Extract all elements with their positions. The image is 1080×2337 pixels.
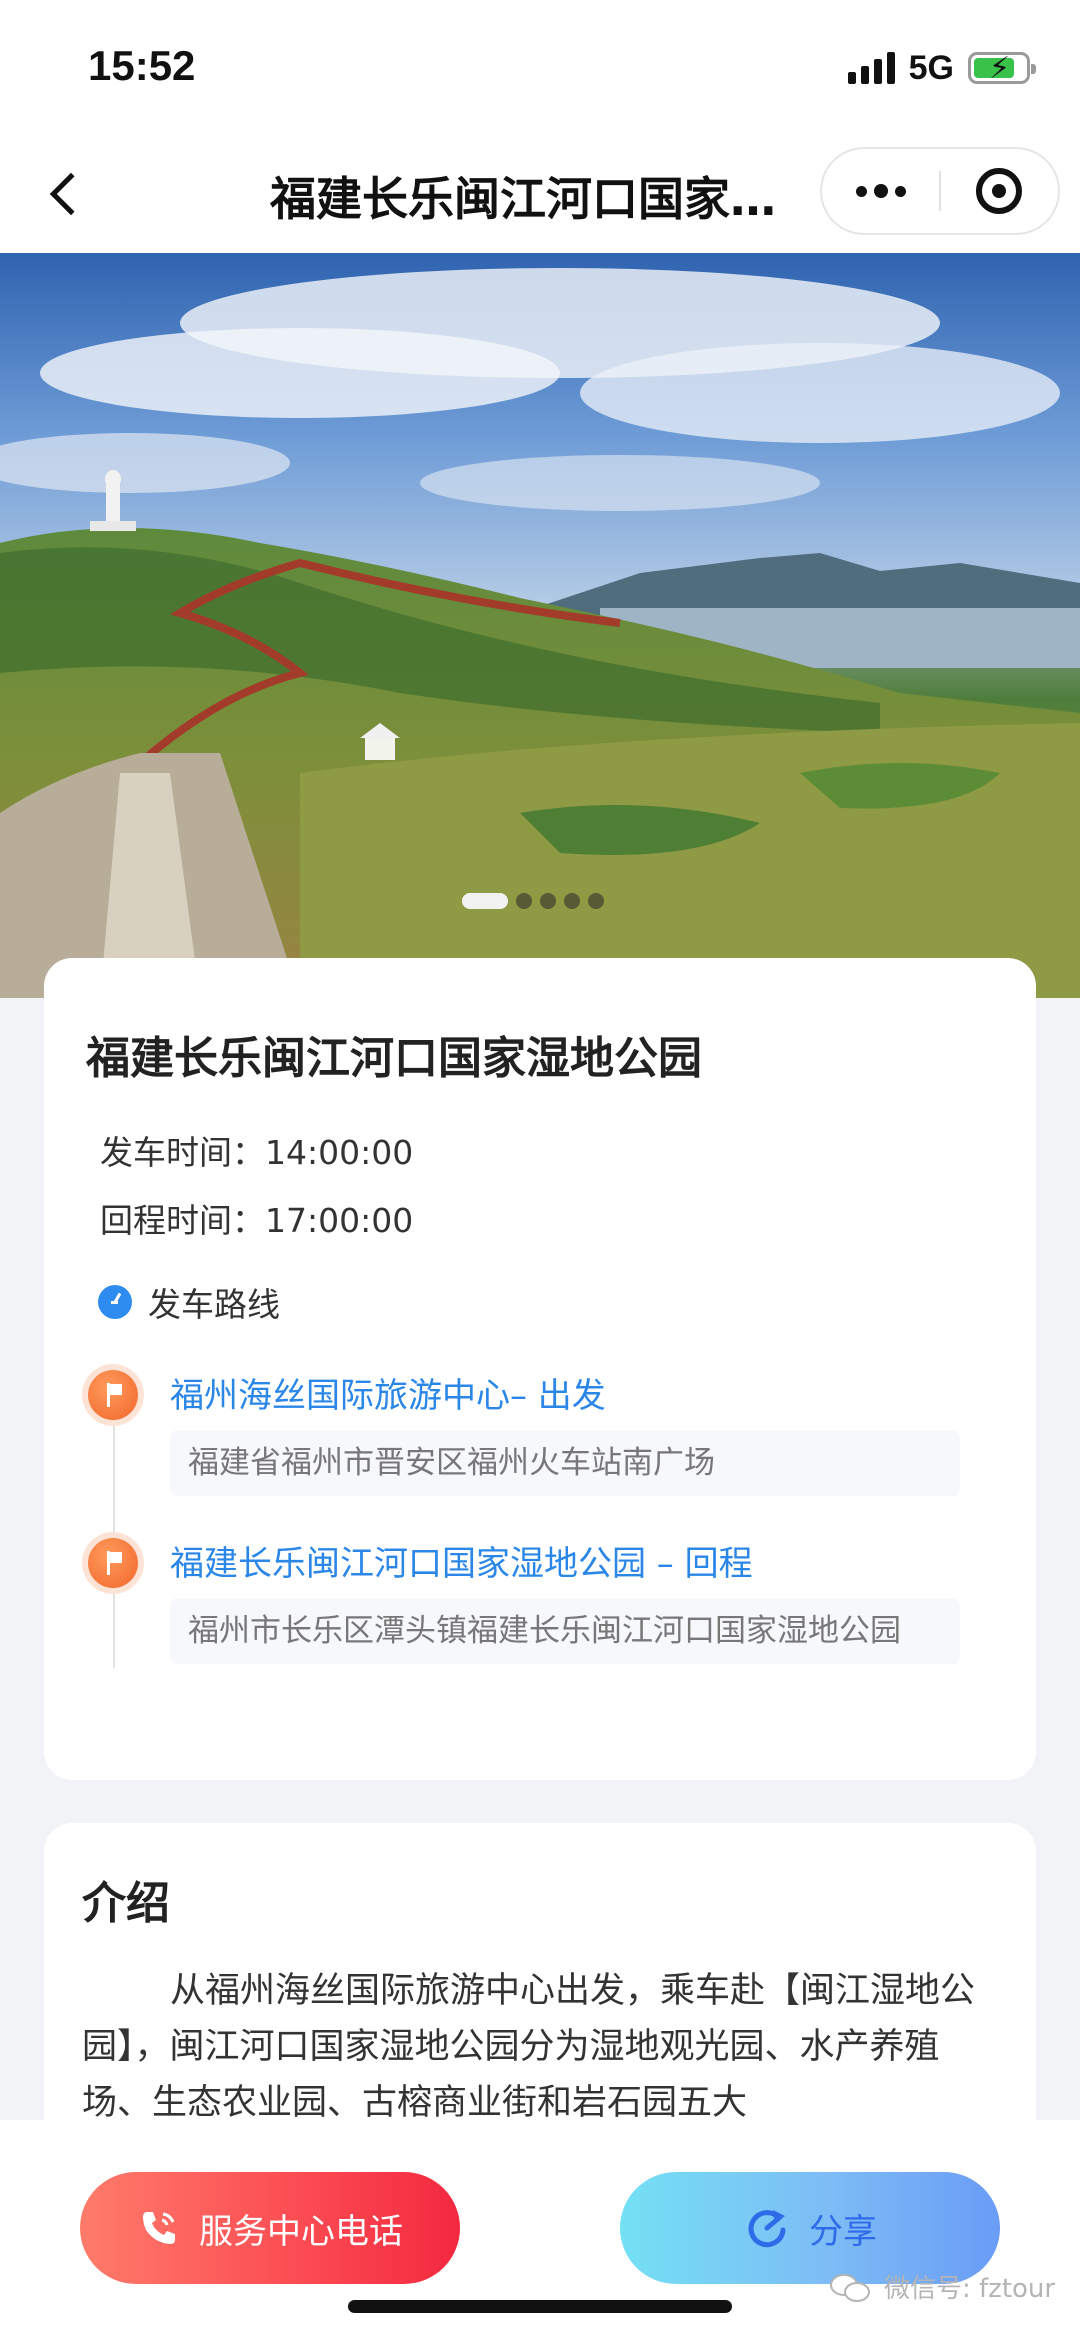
route-timeline <box>113 1388 115 1668</box>
charging-bolt-icon: ⚡ <box>989 51 1011 86</box>
hero-image <box>0 253 1080 998</box>
depart-time-label: 发车时间： <box>100 1133 265 1172</box>
nav-bar: 福建长乐闽江河口国家湿地公园 <box>0 135 1080 253</box>
hero-carousel[interactable] <box>0 253 1080 998</box>
intro-title: 介绍 <box>82 1878 170 1929</box>
more-button[interactable] <box>822 149 939 233</box>
share-button-label: 分享 <box>809 2211 877 2252</box>
more-dots-icon <box>855 185 867 197</box>
phone-icon <box>137 2206 181 2250</box>
return-time-value: 17:00:00 <box>265 1201 414 1240</box>
battery-icon: ⚡ <box>968 51 1036 86</box>
route-header: 发车路线 <box>98 1278 280 1326</box>
phone-button-label: 服务中心电话 <box>199 2211 403 2252</box>
status-time: 15:52 <box>88 42 196 89</box>
route-label: 发车路线 <box>148 1285 280 1324</box>
return-time-row: 回程时间：17:00:00 <box>100 1194 413 1242</box>
intro-text: 从福州海丝国际旅游中心出发，乘车赴【闽江湿地公园】，闽江河口国家湿地公园分为湿地… <box>82 1971 976 2123</box>
return-time-label: 回程时间： <box>100 1201 265 1240</box>
carousel-dot[interactable] <box>462 893 508 909</box>
target-ring-icon <box>976 168 1023 214</box>
carousel-dot[interactable] <box>540 893 556 909</box>
carousel-dot[interactable] <box>588 893 604 909</box>
network-type: 5G <box>908 48 954 87</box>
wechat-icon <box>830 2270 874 2304</box>
depart-time-value: 14:00:00 <box>265 1133 414 1172</box>
trip-info-card: 福建长乐闽江河口国家湿地公园 发车时间：14:00:00 回程时间：17:00:… <box>44 958 1036 1780</box>
wechat-watermark: 微信号: fztour <box>830 2268 1055 2305</box>
stop-name-return[interactable]: 福建长乐闽江河口国家湿地公园 – 回程 <box>170 1536 753 1585</box>
share-icon <box>743 2204 791 2252</box>
miniprogram-capsule <box>820 147 1060 235</box>
service-phone-button[interactable]: 服务中心电话 <box>80 2172 460 2284</box>
carousel-dot[interactable] <box>564 893 580 909</box>
flag-icon <box>88 1538 138 1588</box>
clock-icon <box>98 1285 132 1319</box>
cellular-signal-icon <box>847 52 895 84</box>
page-title: 福建长乐闽江河口国家湿地公园 <box>270 172 810 226</box>
carousel-dot[interactable] <box>516 893 532 909</box>
close-miniprogram-button[interactable] <box>941 149 1058 233</box>
stop-address-return: 福州市长乐区潭头镇福建长乐闽江河口国家湿地公园 <box>170 1598 960 1664</box>
status-bar: 15:52 5G ⚡ <box>0 0 1080 135</box>
stop-address-departure: 福建省福州市晋安区福州火车站南广场 <box>170 1430 960 1496</box>
watermark-text: 微信号: fztour <box>884 2274 1056 2304</box>
back-button[interactable] <box>30 159 100 229</box>
trip-title: 福建长乐闽江河口国家湿地公园 <box>86 1033 702 1084</box>
stop-name-departure[interactable]: 福州海丝国际旅游中心– 出发 <box>170 1368 606 1417</box>
status-indicators: 5G ⚡ <box>847 48 1036 88</box>
carousel-indicator[interactable] <box>462 893 604 909</box>
depart-time-row: 发车时间：14:00:00 <box>100 1126 413 1174</box>
chevron-left-icon <box>49 172 93 216</box>
home-indicator[interactable] <box>348 2300 732 2313</box>
flag-icon <box>88 1370 138 1420</box>
